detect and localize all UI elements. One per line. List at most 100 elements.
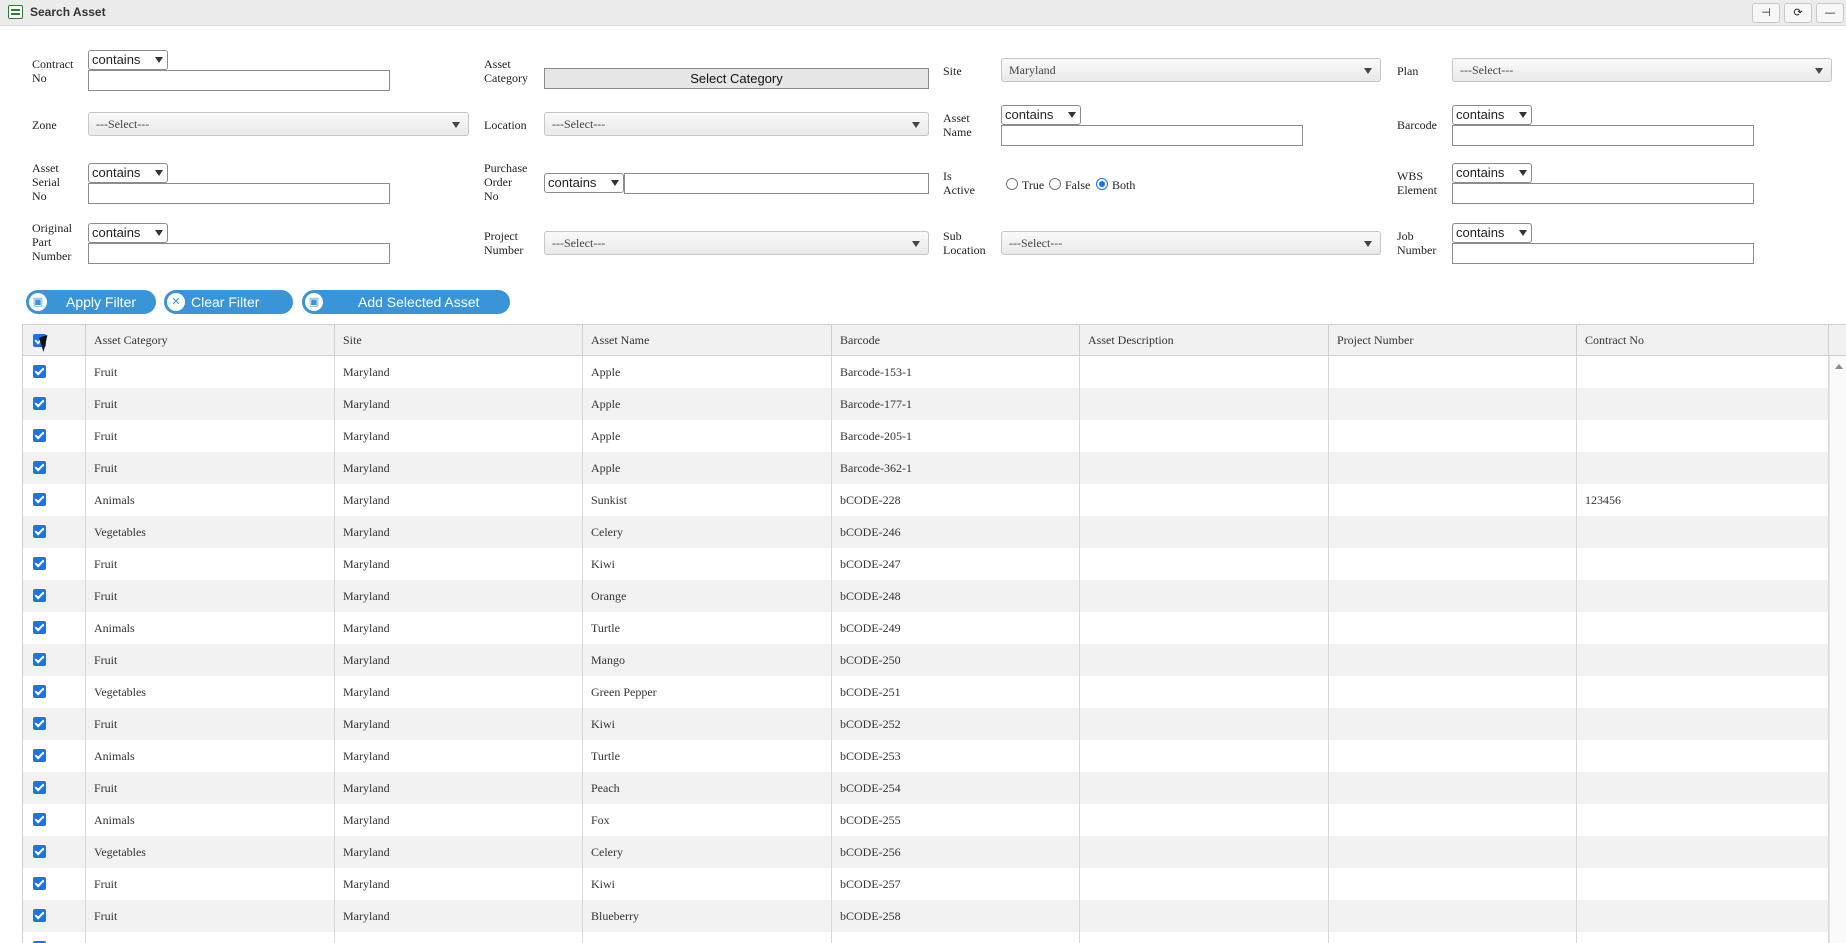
- site-select[interactable]: Maryland: [1001, 58, 1381, 82]
- cell-barcode: bCODE-254: [832, 772, 1080, 804]
- cell-barcode: bCODE-259: [832, 932, 1080, 943]
- table-row[interactable]: Fruit Maryland Kiwi bCODE-247: [23, 548, 1829, 580]
- row-checkbox[interactable]: [33, 749, 46, 762]
- original-part-number-input[interactable]: [88, 243, 390, 264]
- contract-no-input[interactable]: [88, 70, 390, 91]
- vertical-scrollbar[interactable]: [1829, 356, 1846, 943]
- table-row[interactable]: VegetablesMarylandCarrotbCODE-259: [23, 932, 1829, 943]
- sub-location-select[interactable]: ---Select---: [1001, 231, 1381, 255]
- cell-contract-no: [1577, 772, 1829, 804]
- cell-asset-name: Fox: [583, 804, 832, 836]
- table-row[interactable]: Fruit Maryland Apple Barcode-362-1: [23, 452, 1829, 484]
- table-row[interactable]: Animals Maryland Turtle bCODE-249: [23, 612, 1829, 644]
- contract-no-operator-select[interactable]: contains: [88, 50, 168, 70]
- header-barcode[interactable]: Barcode: [832, 325, 1080, 356]
- apply-filter-button[interactable]: ▣ Apply Filter: [26, 290, 156, 314]
- row-checkbox[interactable]: [33, 621, 46, 634]
- cell-contract-no: [1577, 548, 1829, 580]
- is-active-true-radio[interactable]: [1006, 178, 1018, 190]
- cell-asset-description: [1080, 356, 1329, 388]
- table-row[interactable]: Fruit Maryland Peach bCODE-254: [23, 772, 1829, 804]
- header-contract-no[interactable]: Contract No: [1577, 325, 1829, 356]
- scroll-up-icon[interactable]: [1835, 364, 1843, 369]
- table-row[interactable]: Fruit Maryland Blueberry bCODE-258: [23, 900, 1829, 932]
- row-checkbox[interactable]: [33, 685, 46, 698]
- barcode-operator-select[interactable]: contains: [1452, 105, 1532, 125]
- row-checkbox[interactable]: [33, 493, 46, 506]
- row-checkbox[interactable]: [33, 717, 46, 730]
- row-checkbox[interactable]: [33, 877, 46, 890]
- add-selected-asset-button[interactable]: ▣ Add Selected Asset: [302, 290, 510, 314]
- cell-contract-no: [1577, 580, 1829, 612]
- job-number-input[interactable]: [1452, 243, 1754, 264]
- header-site[interactable]: Site: [335, 325, 583, 356]
- row-checkbox[interactable]: [33, 365, 46, 378]
- pin-button[interactable]: ⊣: [1752, 3, 1780, 23]
- list-icon: [8, 5, 23, 19]
- table-row[interactable]: Fruit Maryland Kiwi bCODE-257: [23, 868, 1829, 900]
- cell-contract-no: 123456: [1577, 484, 1829, 516]
- chevron-down-icon: [1364, 68, 1372, 74]
- project-number-select[interactable]: ---Select---: [544, 231, 929, 255]
- barcode-input[interactable]: [1452, 125, 1754, 146]
- cell-project-number: [1329, 484, 1577, 516]
- row-checkbox[interactable]: [33, 525, 46, 538]
- table-row[interactable]: Animals Maryland Fox bCODE-255: [23, 804, 1829, 836]
- wbs-element-input[interactable]: [1452, 183, 1754, 204]
- table-row[interactable]: Vegetables Maryland Green Pepper bCODE-251: [23, 676, 1829, 708]
- cell-barcode: bCODE-248: [832, 580, 1080, 612]
- asset-serial-no-input[interactable]: [88, 183, 390, 204]
- row-checkbox[interactable]: [33, 845, 46, 858]
- purchase-order-no-operator-select[interactable]: contains: [544, 173, 624, 193]
- table-row[interactable]: Animals Maryland Turtle bCODE-253: [23, 740, 1829, 772]
- table-row[interactable]: Vegetables Maryland Celery bCODE-256: [23, 836, 1829, 868]
- row-checkbox[interactable]: [33, 589, 46, 602]
- original-part-number-operator-select[interactable]: contains: [88, 223, 168, 243]
- select-category-button[interactable]: Select Category: [544, 68, 929, 89]
- row-checkbox[interactable]: [33, 813, 46, 826]
- zone-select[interactable]: ---Select---: [88, 112, 469, 136]
- is-active-both-radio[interactable]: [1096, 178, 1108, 190]
- asset-serial-no-operator-select[interactable]: contains: [88, 163, 168, 183]
- table-row[interactable]: Fruit Maryland Kiwi bCODE-252: [23, 708, 1829, 740]
- table-row[interactable]: Fruit Maryland Apple Barcode-153-1: [23, 356, 1829, 388]
- row-checkbox[interactable]: [33, 429, 46, 442]
- cell-site: Maryland: [335, 900, 583, 932]
- asset-name-operator-select[interactable]: contains: [1001, 105, 1081, 125]
- plan-select[interactable]: ---Select---: [1452, 58, 1832, 82]
- asset-name-input[interactable]: [1001, 125, 1303, 146]
- minimize-button[interactable]: —: [1816, 3, 1844, 23]
- row-checkbox[interactable]: [33, 781, 46, 794]
- cell-asset-category: Fruit: [86, 452, 335, 484]
- row-select-cell: [23, 932, 86, 943]
- is-active-false-radio[interactable]: [1049, 178, 1061, 190]
- table-row[interactable]: Fruit Maryland Orange bCODE-248: [23, 580, 1829, 612]
- clear-filter-button[interactable]: ✕ Clear Filter: [164, 290, 293, 314]
- row-checkbox[interactable]: [33, 557, 46, 570]
- row-checkbox[interactable]: [33, 397, 46, 410]
- chevron-down-icon: [155, 170, 163, 176]
- is-active-true-label: True: [1022, 178, 1045, 192]
- table-row[interactable]: Vegetables Maryland Celery bCODE-246: [23, 516, 1829, 548]
- cell-barcode: bCODE-247: [832, 548, 1080, 580]
- header-asset-description[interactable]: Asset Description: [1080, 325, 1329, 356]
- row-checkbox[interactable]: [33, 653, 46, 666]
- header-asset-name[interactable]: Asset Name: [583, 325, 832, 356]
- purchase-order-no-label: Purchase Order No: [484, 161, 528, 203]
- table-row[interactable]: Animals Maryland Sunkist bCODE-228 123456: [23, 484, 1829, 516]
- header-project-number[interactable]: Project Number: [1329, 325, 1577, 356]
- refresh-button[interactable]: ⟳: [1784, 3, 1812, 23]
- header-asset-category[interactable]: Asset Category: [86, 325, 335, 356]
- cell-asset-name: Celery: [583, 516, 832, 548]
- wbs-element-operator-select[interactable]: contains: [1452, 163, 1532, 183]
- table-row[interactable]: Fruit Maryland Apple Barcode-177-1: [23, 388, 1829, 420]
- cell-barcode: bCODE-246: [832, 516, 1080, 548]
- row-checkbox[interactable]: [33, 461, 46, 474]
- purchase-order-no-input[interactable]: [624, 173, 929, 194]
- original-part-number-label: Original Part Number: [32, 221, 72, 263]
- job-number-operator-select[interactable]: contains: [1452, 223, 1532, 243]
- location-select[interactable]: ---Select---: [544, 112, 929, 136]
- row-checkbox[interactable]: [33, 909, 46, 922]
- table-row[interactable]: Fruit Maryland Apple Barcode-205-1: [23, 420, 1829, 452]
- table-row[interactable]: Fruit Maryland Mango bCODE-250: [23, 644, 1829, 676]
